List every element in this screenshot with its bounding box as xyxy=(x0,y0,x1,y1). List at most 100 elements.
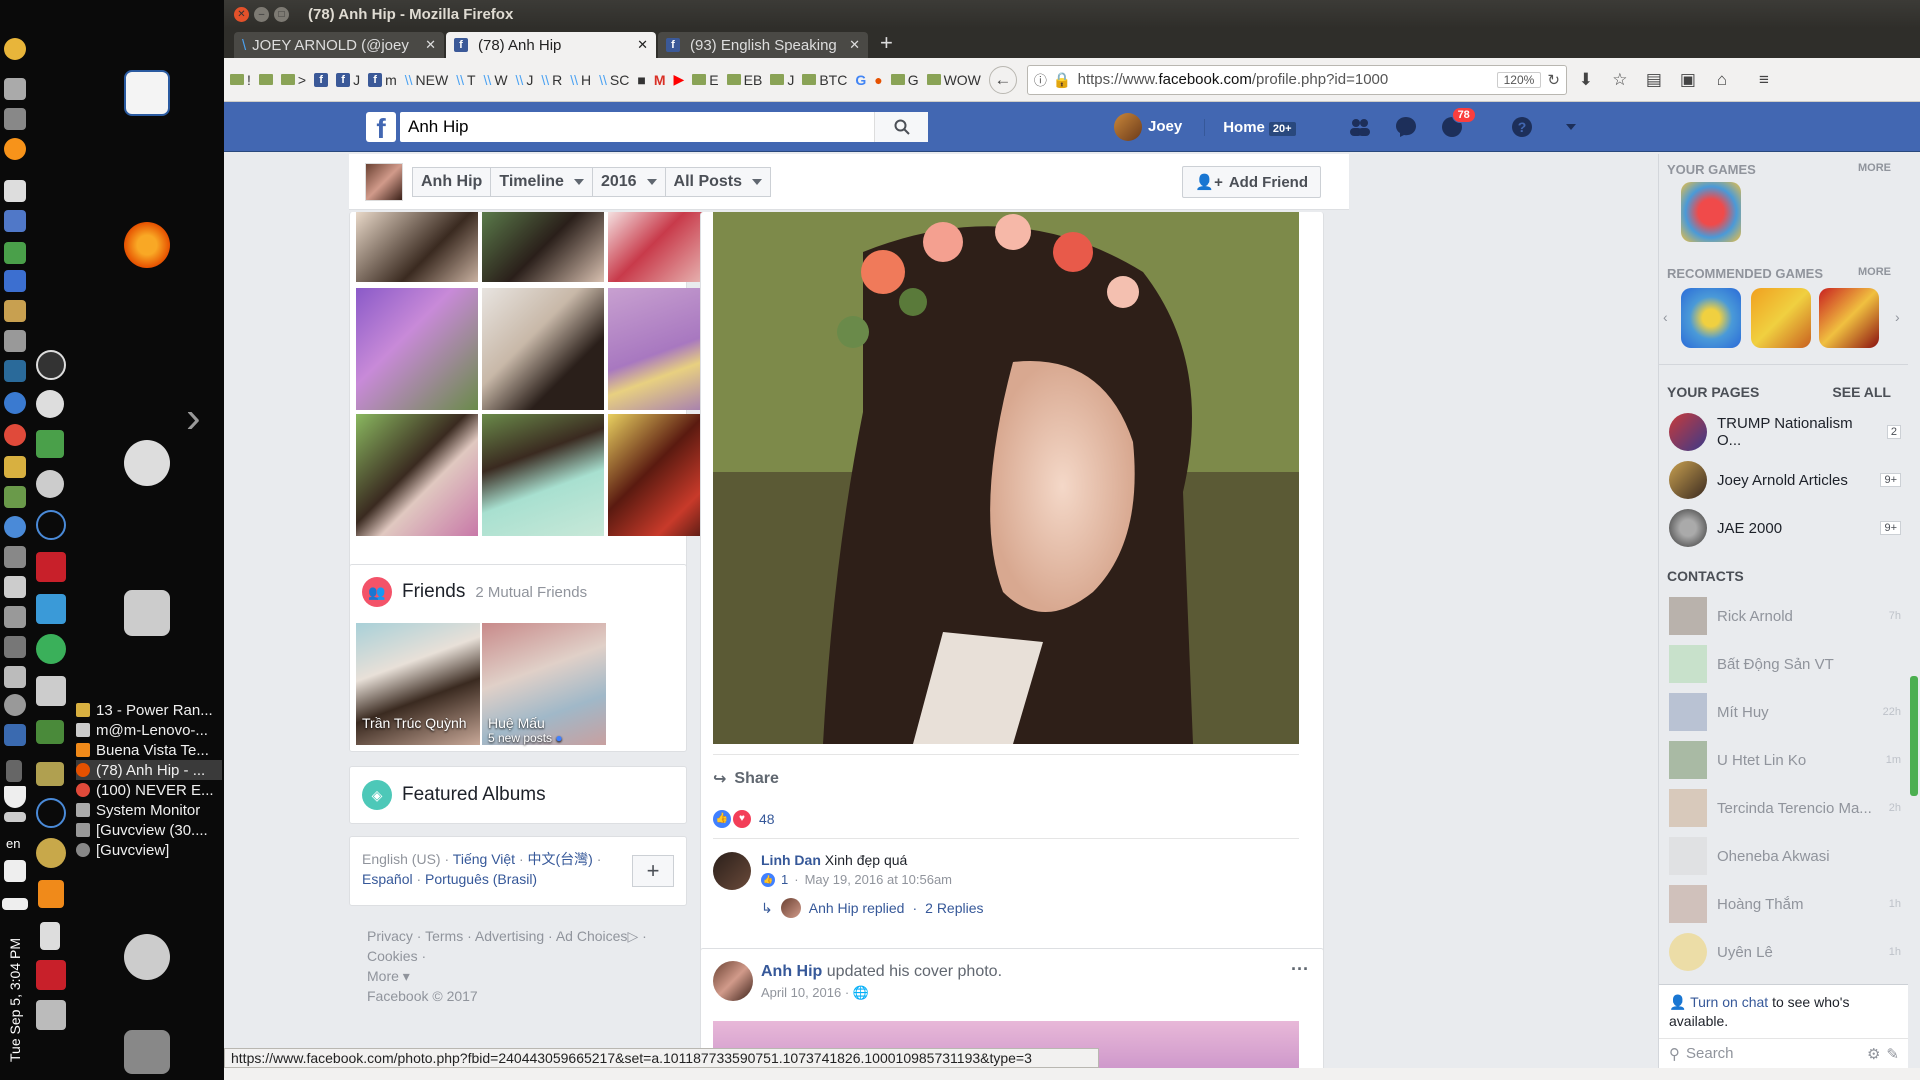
app-icon[interactable] xyxy=(4,78,26,100)
star-icon[interactable]: ☆ xyxy=(1605,70,1635,90)
magnifier-icon[interactable] xyxy=(36,1000,66,1030)
gmail-bookmark[interactable]: M xyxy=(654,72,666,88)
bookmark-item[interactable]: f xyxy=(314,72,329,87)
bookmark-item[interactable]: \\ H xyxy=(570,72,591,88)
volume-icon[interactable] xyxy=(4,860,26,882)
recommended-game[interactable] xyxy=(1681,288,1741,348)
close-icon[interactable]: ✕ xyxy=(425,37,436,53)
footer-link[interactable]: Terms xyxy=(425,928,463,944)
contact-item[interactable]: Rick Arnold 7h xyxy=(1669,596,1901,636)
more-link[interactable]: MORE xyxy=(1858,266,1891,281)
bookmark-item[interactable]: \\ NEW xyxy=(405,72,448,88)
pacman-icon[interactable] xyxy=(36,430,64,458)
bookmark-item[interactable]: \\ W xyxy=(484,72,508,88)
youtube-icon[interactable]: ▣ xyxy=(1673,70,1703,90)
photo-thumbnail[interactable] xyxy=(356,288,478,410)
bookmark-item[interactable]: \\ SC xyxy=(599,72,629,88)
see-all-link[interactable]: SEE ALL xyxy=(1832,384,1891,400)
view-replies-link[interactable]: 2 Replies xyxy=(925,900,983,916)
gear-icon[interactable]: ⚙ xyxy=(1867,1045,1880,1063)
task-item[interactable]: Buena Vista Te... xyxy=(76,740,222,760)
window-icon[interactable] xyxy=(4,724,26,746)
language-link[interactable]: Tiếng Việt xyxy=(453,851,515,867)
download-icon[interactable]: ⬇ xyxy=(1571,70,1601,90)
year-dropdown[interactable]: 2016 xyxy=(591,166,666,197)
ubuntu-icon[interactable] xyxy=(124,440,170,486)
car-icon[interactable] xyxy=(4,636,26,658)
account-menu-icon[interactable] xyxy=(1556,115,1580,139)
notifications-icon[interactable]: 78 xyxy=(1440,107,1476,139)
bookmark-item[interactable]: G xyxy=(855,72,866,88)
tab-joey-arnold[interactable]: \ JOEY ARNOLD (@joey ✕ xyxy=(234,32,444,58)
vlc-icon[interactable] xyxy=(38,880,64,908)
language-link[interactable]: Português (Brasil) xyxy=(425,871,537,887)
chevron-right-icon[interactable]: › xyxy=(1895,309,1900,325)
facebook-logo[interactable]: f xyxy=(366,112,396,144)
task-item[interactable]: (100) NEVER E... xyxy=(76,780,222,800)
document-icon[interactable] xyxy=(124,70,170,116)
reload-icon[interactable]: ↻ xyxy=(1547,71,1560,89)
electron-icon[interactable] xyxy=(36,798,66,828)
info-icon[interactable]: ⓘ xyxy=(1034,70,1047,89)
search-input[interactable] xyxy=(408,117,874,137)
bookmark-item[interactable]: \\ J xyxy=(516,72,534,88)
bookmark-item[interactable]: fJ xyxy=(336,72,360,88)
bookmark-item[interactable]: fm xyxy=(368,72,397,88)
contact-item[interactable]: Uyên Lê 1h xyxy=(1669,932,1901,972)
task-item[interactable]: [Guvcview (30.... xyxy=(76,820,222,840)
close-window-button[interactable]: ✕ xyxy=(234,6,249,22)
bookmark-item[interactable]: BTC xyxy=(802,72,847,88)
filezilla-icon[interactable] xyxy=(36,552,66,582)
kettle-icon[interactable] xyxy=(36,762,64,786)
task-item[interactable]: m@m-Lenovo-... xyxy=(76,720,222,740)
candy-crush-game[interactable] xyxy=(1681,182,1741,242)
app-store-icon[interactable] xyxy=(4,606,26,628)
photo-thumbnail[interactable] xyxy=(482,212,604,282)
telegram-icon[interactable] xyxy=(36,634,66,664)
new-tab-button[interactable]: + xyxy=(870,30,903,58)
comment-author[interactable]: Linh Dan xyxy=(761,852,821,868)
tab-english-speaking[interactable]: f (93) English Speaking ✕ xyxy=(658,32,868,58)
tab-anh-hip[interactable]: f (78) Anh Hip ✕ xyxy=(446,32,656,58)
ball-icon[interactable] xyxy=(36,390,64,418)
minimize-window-button[interactable]: – xyxy=(254,6,269,22)
bookmark-item[interactable]: G xyxy=(890,72,919,88)
photo-thumbnail[interactable] xyxy=(356,414,478,536)
bookmark-item[interactable]: \\ R xyxy=(541,72,562,88)
amazon-icon[interactable] xyxy=(4,38,26,60)
avatar[interactable] xyxy=(713,961,753,1001)
comment-time[interactable]: May 19, 2016 at 10:56am xyxy=(805,872,952,887)
chevron-left-icon[interactable]: ‹ xyxy=(1663,309,1668,325)
camera-icon[interactable] xyxy=(4,330,26,352)
media-player-icon[interactable] xyxy=(4,392,26,414)
bluetooth-icon[interactable] xyxy=(6,760,22,782)
compose-icon[interactable]: ✎ xyxy=(1886,1045,1899,1063)
back-arrow-icon[interactable]: ← xyxy=(988,65,1017,94)
monitor-icon[interactable] xyxy=(4,576,26,598)
usb-icon[interactable] xyxy=(4,546,26,568)
timeline-dropdown[interactable]: Timeline xyxy=(490,166,593,197)
slots-game[interactable] xyxy=(1819,288,1879,348)
reactions-row[interactable]: 👍 ♥ 48 xyxy=(713,810,1299,839)
task-item[interactable]: 13 - Power Ran... xyxy=(76,700,222,720)
files-icon[interactable] xyxy=(4,300,26,322)
bookmark-item[interactable]: \\ T xyxy=(456,72,475,88)
reply-author[interactable]: Anh Hip replied xyxy=(809,900,905,916)
post-options-icon[interactable]: ··· xyxy=(1291,959,1309,980)
maximize-window-button[interactable]: □ xyxy=(274,6,289,22)
dogecoin-icon[interactable] xyxy=(36,838,66,868)
bookmark-item[interactable] xyxy=(258,74,273,85)
footer-link[interactable]: Privacy xyxy=(367,928,413,944)
close-icon[interactable]: ✕ xyxy=(849,37,860,53)
text-editor-icon[interactable] xyxy=(4,180,26,202)
settings-icon[interactable] xyxy=(4,694,26,716)
scrollbar[interactable] xyxy=(1908,154,1920,1068)
wifi-icon[interactable] xyxy=(4,786,26,808)
file-cabinet-icon[interactable] xyxy=(124,590,170,636)
system-monitor-icon[interactable] xyxy=(4,360,26,382)
trash-icon[interactable] xyxy=(124,1030,170,1074)
user-switch-icon[interactable] xyxy=(124,934,170,980)
add-friend-button[interactable]: 👤+ Add Friend xyxy=(1182,166,1321,198)
post-date[interactable]: April 10, 2016 xyxy=(761,985,841,1000)
bookmark-item[interactable]: ■ xyxy=(637,72,645,88)
